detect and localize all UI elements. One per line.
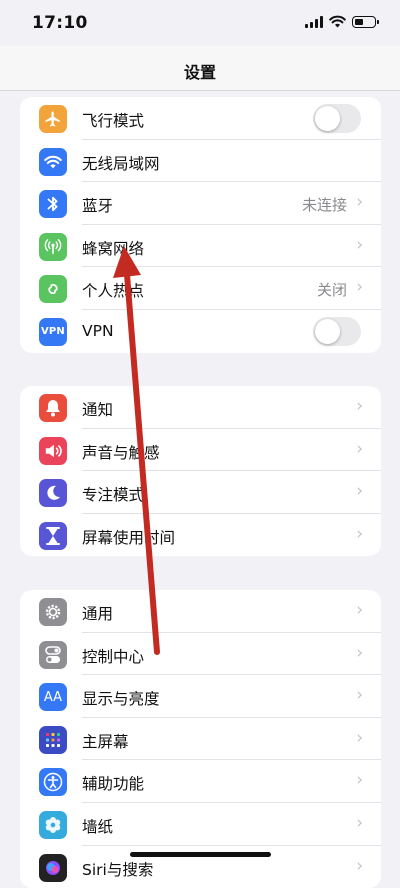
row-label: 飞行模式 (82, 112, 145, 130)
row-label: 声音与触感 (82, 443, 160, 462)
chevron-right-icon: › (356, 600, 363, 620)
row-general[interactable]: 通用 › (20, 590, 381, 633)
row-personal-hotspot[interactable]: 个人热点 关闭 › (20, 267, 381, 310)
row-accessibility[interactable]: 辅助功能 › (20, 760, 381, 803)
switches-icon (39, 640, 67, 669)
status-bar: 17:10 (0, 0, 400, 46)
row-display-brightness[interactable]: AA 显示与亮度 › (20, 675, 381, 718)
flower-icon (39, 810, 67, 839)
chevron-right-icon: › (356, 234, 363, 255)
vpn-icon-text: VPN (40, 326, 66, 338)
row-label: 通用 (82, 605, 114, 623)
chevron-right-icon: › (356, 642, 363, 663)
row-notifications[interactable]: 通知 › (20, 386, 381, 429)
status-icons (305, 15, 379, 28)
gear-icon (39, 598, 67, 626)
antenna-icon (39, 232, 67, 261)
settings-group-connectivity: 飞行模式 无线局域网 蓝牙 未连接 › 蜂窝网络 › 个人热点 关闭 › VPN… (20, 97, 381, 353)
navigation-bar: 设置 (0, 46, 400, 91)
text-size-icon-label: AA (43, 689, 63, 705)
bluetooth-status-value: 未连接 (301, 196, 347, 215)
home-indicator[interactable] (130, 852, 271, 857)
bell-icon (39, 394, 67, 422)
row-cellular[interactable]: 蜂窝网络 › (20, 225, 381, 268)
row-label: Siri与搜索 (82, 860, 154, 879)
settings-group-general: 通用 › 控制中心 › AA 显示与亮度 › 主屏幕 › 辅助功能 › 墙纸 ›… (20, 590, 381, 888)
chevron-right-icon: › (356, 277, 363, 298)
row-wlan[interactable]: 无线局域网 (20, 140, 381, 183)
chevron-right-icon: › (356, 192, 363, 213)
chevron-right-icon: › (356, 770, 363, 791)
row-label: 通知 (82, 401, 114, 419)
chevron-right-icon: › (356, 481, 363, 502)
row-label: 显示与亮度 (82, 690, 160, 709)
row-home-screen[interactable]: 主屏幕 › (20, 718, 381, 761)
row-label: 墙纸 (82, 817, 114, 836)
row-bluetooth[interactable]: 蓝牙 未连接 › (20, 182, 381, 225)
hotspot-icon (39, 275, 67, 304)
chevron-right-icon: › (356, 685, 363, 706)
chevron-right-icon: › (356, 396, 363, 416)
row-screen-time[interactable]: 屏幕使用时间 › (20, 514, 381, 557)
chevron-right-icon: › (356, 727, 363, 748)
vpn-icon: VPN (39, 317, 67, 346)
row-focus[interactable]: 专注模式 › (20, 471, 381, 514)
hotspot-status-value: 关闭 (316, 281, 347, 300)
home-grid-icon (39, 725, 67, 754)
page-title: 设置 (183, 63, 216, 82)
vpn-toggle[interactable] (313, 316, 361, 346)
row-wallpaper[interactable]: 墙纸 › (20, 803, 381, 846)
settings-group-notifications: 通知 › 声音与触感 › 专注模式 › 屏幕使用时间 › (20, 386, 381, 557)
chevron-right-icon: › (356, 812, 363, 833)
row-label: 屏幕使用时间 (82, 528, 176, 547)
chevron-right-icon: › (356, 523, 363, 544)
row-label: 专注模式 (82, 486, 145, 505)
speaker-icon (39, 436, 67, 465)
toggle-knob (315, 106, 340, 131)
accessibility-icon (39, 768, 67, 797)
text-size-icon: AA (39, 683, 67, 712)
moon-icon (39, 479, 67, 508)
chevron-right-icon: › (356, 438, 363, 459)
siri-icon (39, 853, 67, 882)
row-label: 无线局域网 (82, 154, 160, 173)
row-label: 控制中心 (82, 647, 145, 666)
row-airplane-mode[interactable]: 飞行模式 (20, 97, 381, 140)
row-label: 个人热点 (82, 282, 145, 301)
wifi-status-icon (329, 15, 346, 28)
battery-icon (352, 15, 379, 28)
hourglass-icon (39, 521, 67, 550)
airplane-icon (39, 105, 67, 133)
row-control-center[interactable]: 控制中心 › (20, 633, 381, 676)
status-time: 17:10 (32, 13, 88, 33)
row-label: 主屏幕 (82, 732, 129, 751)
bluetooth-icon (39, 190, 67, 219)
row-label: 辅助功能 (82, 775, 145, 794)
row-label: 蓝牙 (82, 197, 114, 216)
cellular-signal-icon (305, 15, 323, 28)
chevron-right-icon: › (356, 855, 363, 876)
airplane-mode-toggle[interactable] (313, 104, 361, 133)
row-label: VPN (82, 321, 114, 340)
wifi-icon (39, 147, 67, 176)
row-label: 蜂窝网络 (82, 239, 145, 258)
row-vpn[interactable]: VPN VPN (20, 310, 381, 353)
toggle-knob (315, 318, 340, 344)
row-sounds-haptics[interactable]: 声音与触感 › (20, 429, 381, 472)
